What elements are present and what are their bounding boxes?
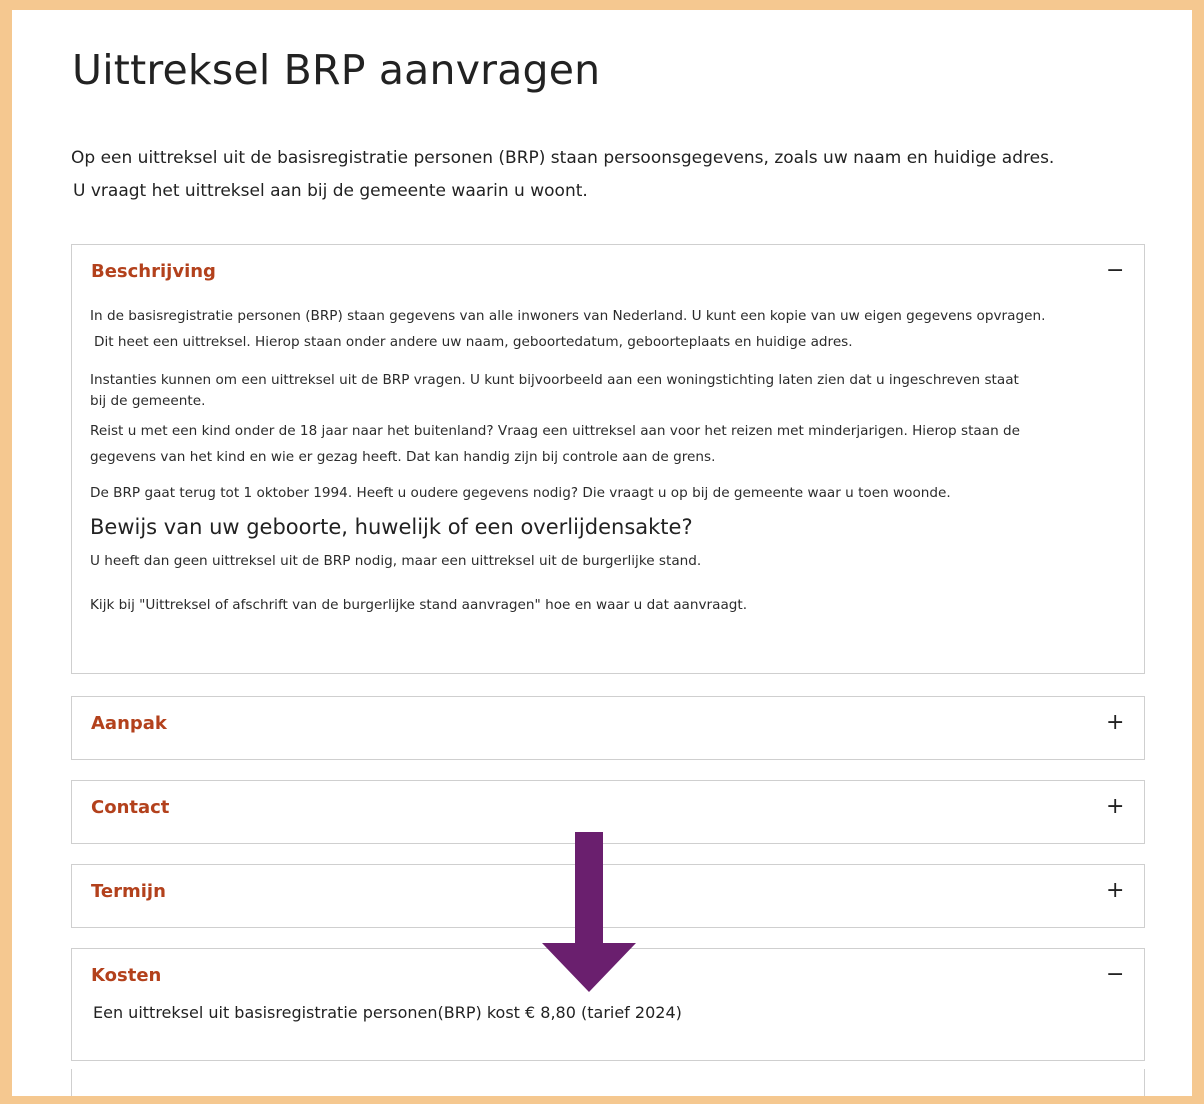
accordion-beschrijving: Beschrijving − In de basisregistratie pe… (71, 244, 1145, 674)
body-text: Kijk bij "Uittreksel of afschrift van de… (90, 597, 748, 613)
accordion-beschrijving-body: In de basisregistratie personen (BRP) st… (90, 303, 1120, 618)
body-text: In de basisregistratie personen (BRP) st… (90, 308, 1046, 324)
body-text: Instanties kunnen om een uittreksel uit … (90, 372, 1019, 388)
expand-icon[interactable]: + (1106, 709, 1124, 737)
intro-line-2: U vraagt het uittreksel aan bij de gemee… (73, 181, 588, 201)
subheading: Bewijs van uw geboorte, huwelijk of een … (90, 515, 693, 539)
collapse-icon[interactable]: − (1106, 257, 1124, 285)
intro-text: Op een uittreksel uit de basisregistrati… (71, 142, 1161, 208)
body-text: Reist u met een kind onder de 18 jaar na… (90, 423, 1021, 439)
next-panel-edge (71, 1069, 1145, 1096)
accordion-beschrijving-header[interactable]: Beschrijving − (72, 245, 1144, 301)
page-content: Uittreksel BRP aanvragen Op een uittreks… (12, 10, 1192, 1096)
body-text: bij de gemeente. (90, 393, 206, 409)
collapse-icon[interactable]: − (1106, 961, 1124, 989)
down-arrow-icon (542, 832, 636, 992)
expand-icon[interactable]: + (1106, 793, 1124, 821)
accordion-termijn-title: Termijn (91, 881, 166, 902)
accordion-contact-title: Contact (91, 797, 170, 818)
body-text: De BRP gaat terug tot 1 oktober 1994. He… (90, 485, 951, 501)
accordion-aanpak-title: Aanpak (91, 713, 167, 734)
accordion-aanpak-header[interactable]: Aanpak + (72, 697, 1144, 753)
kosten-text: Een uittreksel uit basisregistratie pers… (93, 1003, 682, 1022)
accordion-aanpak: Aanpak + (71, 696, 1145, 760)
body-text: gegevens van het kind en wie er gezag he… (90, 449, 716, 465)
expand-icon[interactable]: + (1106, 877, 1124, 905)
body-text: U heeft dan geen uittreksel uit de BRP n… (90, 553, 702, 569)
page-title: Uittreksel BRP aanvragen (72, 46, 601, 94)
accordion-kosten-title: Kosten (91, 965, 162, 986)
accordion-contact-header[interactable]: Contact + (72, 781, 1144, 837)
intro-line-1: Op een uittreksel uit de basisregistrati… (71, 148, 1055, 168)
accordion-beschrijving-title: Beschrijving (91, 261, 216, 282)
body-text: Dit heet een uittreksel. Hierop staan on… (94, 334, 853, 350)
